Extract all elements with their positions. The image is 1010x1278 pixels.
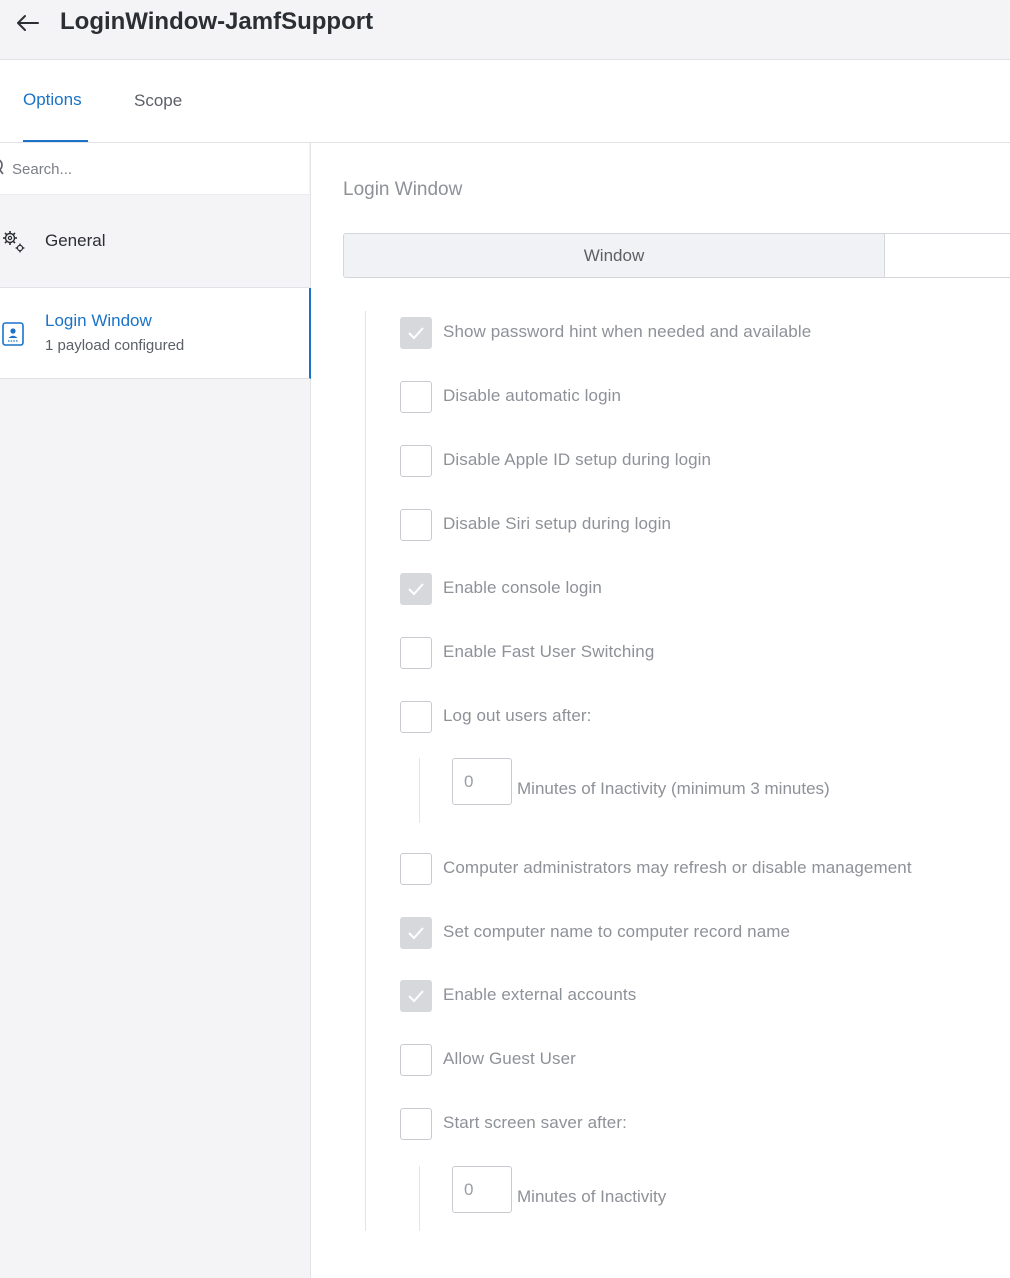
sidebar-item-label: General: [45, 231, 106, 250]
checkbox[interactable]: [400, 381, 432, 413]
checkbox[interactable]: [400, 917, 432, 949]
search-icon: [0, 159, 4, 175]
segment-window[interactable]: Window: [344, 234, 885, 277]
group-divider: [365, 311, 366, 1231]
checkbox[interactable]: [400, 445, 432, 477]
checkbox[interactable]: [400, 317, 432, 349]
gears-icon: [3, 231, 25, 253]
option-label: Computer administrators may refresh or d…: [443, 858, 912, 877]
nested-divider: [419, 1166, 420, 1231]
check-icon: [408, 583, 424, 596]
search-input[interactable]: [12, 155, 302, 183]
option-label: Show password hint when needed and avail…: [443, 322, 812, 341]
check-icon: [408, 990, 424, 1003]
checkbox[interactable]: [400, 853, 432, 885]
checkbox[interactable]: [400, 573, 432, 605]
sidebar-item-login-window[interactable]: Login Window 1 payload configured: [0, 288, 311, 379]
check-icon: [408, 327, 424, 340]
page-title: LoginWindow-JamfSupport: [60, 8, 374, 35]
option-label: Disable Apple ID setup during login: [443, 450, 712, 469]
checkbox[interactable]: [400, 701, 432, 733]
option-label: Log out users after:: [443, 706, 592, 725]
arrow-left-icon: [17, 15, 39, 31]
tab-options[interactable]: Options: [23, 60, 88, 142]
nested-divider: [419, 758, 420, 823]
tab-scope[interactable]: Scope: [134, 60, 194, 142]
checkbox[interactable]: [400, 980, 432, 1012]
segmented-control: Window: [343, 233, 1010, 278]
option-label: Enable console login: [443, 578, 602, 597]
sidebar-item-subtitle: 1 payload configured: [45, 337, 185, 354]
search-box: [0, 143, 309, 195]
checkbox[interactable]: [400, 509, 432, 541]
tab-bar: Options Scope: [0, 60, 1010, 143]
screensaver-minutes-label: Minutes of Inactivity: [517, 1187, 667, 1206]
checkbox[interactable]: [400, 637, 432, 669]
logout-minutes-label: Minutes of Inactivity (minimum 3 minutes…: [517, 779, 830, 798]
option-label: Enable external accounts: [443, 985, 637, 1004]
section-title: Login Window: [343, 179, 463, 200]
payload-sidebar: General Login Window 1 payload configure…: [0, 143, 311, 1278]
option-label: Disable automatic login: [443, 386, 622, 405]
segment-next[interactable]: [886, 234, 1010, 277]
option-label: Enable Fast User Switching: [443, 642, 655, 661]
back-button[interactable]: [10, 6, 44, 40]
sidebar-item-general[interactable]: General: [0, 195, 309, 288]
payload-settings-panel: Login Window Window Show password hint w…: [311, 143, 1010, 1278]
page-header: LoginWindow-JamfSupport: [0, 0, 1010, 60]
checkbox[interactable]: [400, 1044, 432, 1076]
sidebar-item-label: Login Window: [45, 311, 152, 330]
option-label: Set computer name to computer record nam…: [443, 922, 791, 941]
logout-minutes-input[interactable]: [452, 758, 512, 805]
checkbox[interactable]: [400, 1108, 432, 1140]
check-icon: [408, 927, 424, 940]
option-label: Disable Siri setup during login: [443, 514, 672, 533]
option-label: Allow Guest User: [443, 1049, 576, 1068]
option-label: Start screen saver after:: [443, 1113, 627, 1132]
login-window-icon: [2, 322, 24, 346]
screensaver-minutes-input[interactable]: [452, 1166, 512, 1213]
